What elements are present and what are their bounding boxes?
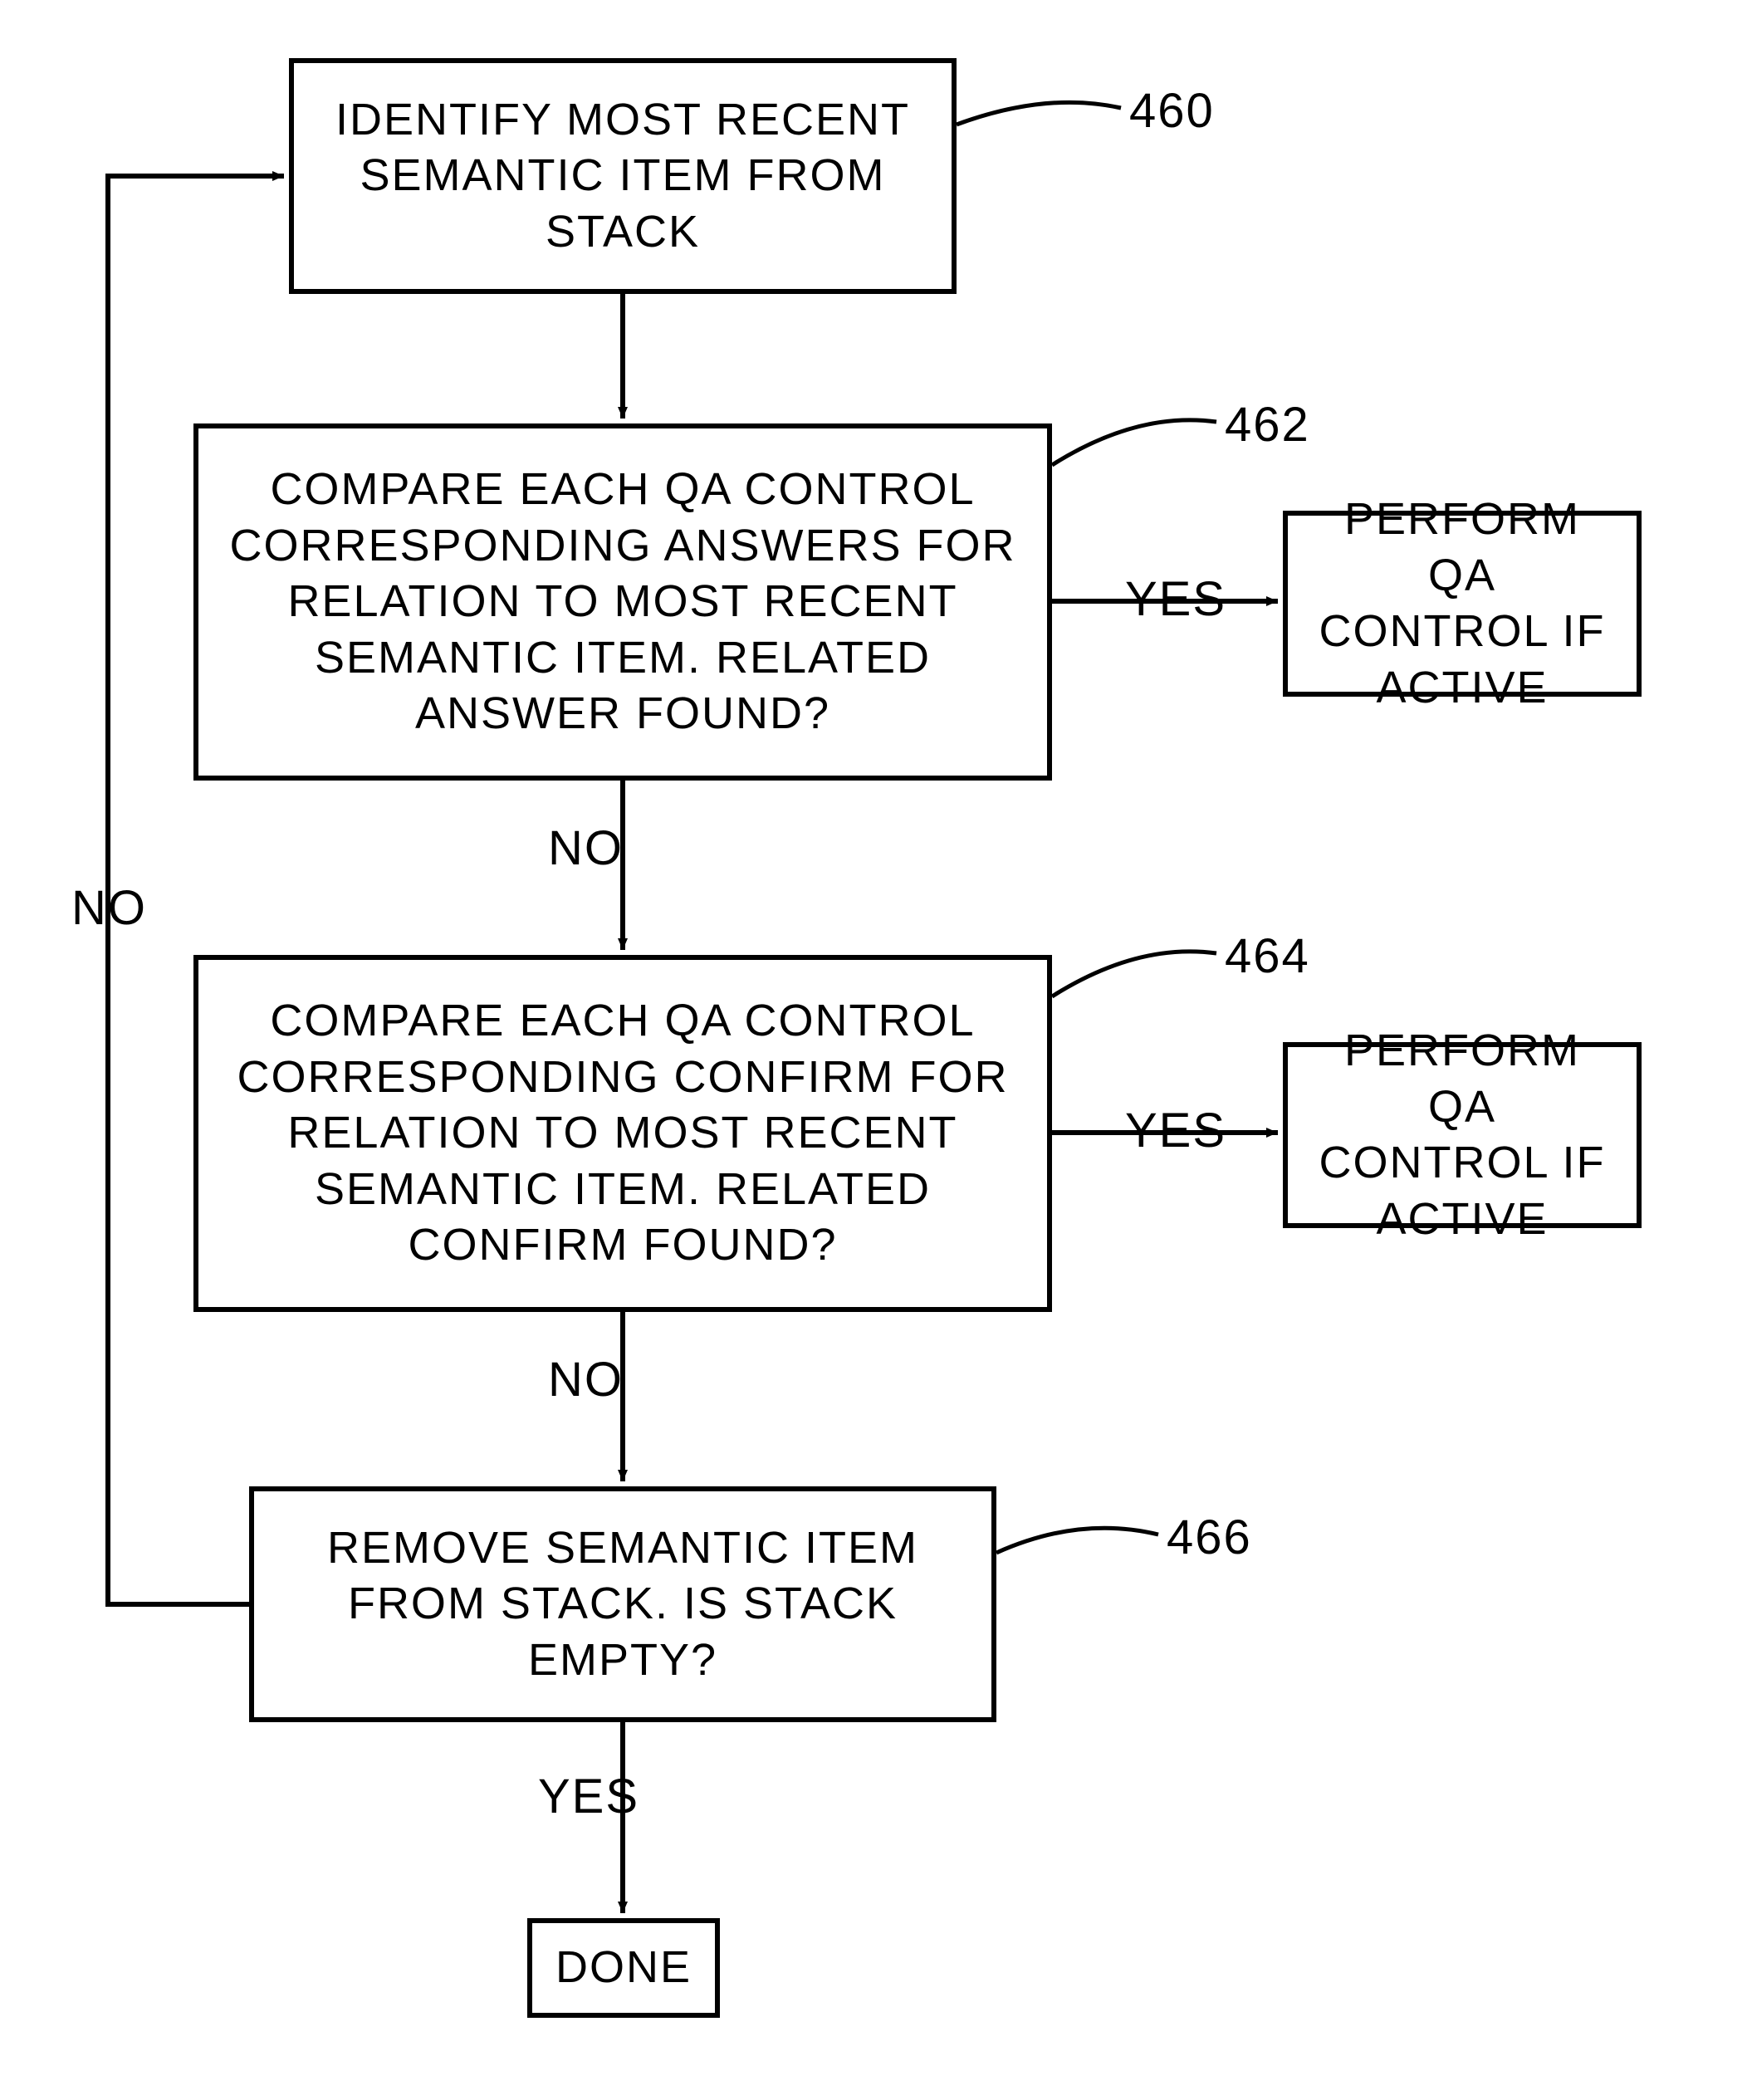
flowchart-canvas: IDENTIFY MOST RECENTSEMANTIC ITEM FROMST… bbox=[0, 0, 1747, 2100]
connectors bbox=[0, 0, 1747, 2100]
